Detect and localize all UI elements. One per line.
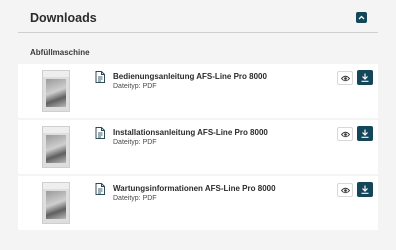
download-button[interactable] (357, 126, 373, 141)
document-card: Installationsanleitung AFS-Line Pro 8000… (18, 120, 378, 174)
document-card: Bedienungsanleitung AFS-Line Pro 8000 Da… (18, 64, 378, 118)
eye-icon (341, 187, 350, 194)
document-thumbnail (42, 70, 70, 112)
downloads-title: Downloads (30, 11, 97, 25)
document-type: Dateityp: PDF (113, 83, 157, 90)
download-icon (361, 73, 369, 82)
download-icon (361, 185, 369, 194)
collapse-button[interactable] (356, 12, 367, 23)
document-thumbnail (42, 126, 70, 168)
download-button[interactable] (357, 70, 373, 85)
document-name: Bedienungsanleitung AFS-Line Pro 8000 (113, 72, 267, 81)
document-card: Wartungsinformationen AFS-Line Pro 8000 … (18, 176, 378, 230)
document-type: Dateityp: PDF (113, 139, 157, 146)
document-name: Wartungsinformationen AFS-Line Pro 8000 (113, 184, 276, 193)
view-button[interactable] (337, 183, 353, 197)
downloads-header: Downloads (18, 0, 378, 33)
download-icon (361, 129, 369, 138)
eye-icon (341, 75, 350, 82)
chevron-up-icon (358, 15, 365, 20)
document-thumbnail (42, 182, 70, 224)
document-name: Installationsanleitung AFS-Line Pro 8000 (113, 128, 268, 137)
pdf-file-icon (95, 127, 105, 139)
view-button[interactable] (337, 71, 353, 85)
document-type: Dateityp: PDF (113, 195, 157, 202)
eye-icon (341, 131, 350, 138)
download-button[interactable] (357, 182, 373, 197)
section-title: Abfüllmaschine (30, 48, 90, 57)
pdf-file-icon (95, 71, 105, 83)
pdf-file-icon (95, 183, 105, 195)
view-button[interactable] (337, 127, 353, 141)
